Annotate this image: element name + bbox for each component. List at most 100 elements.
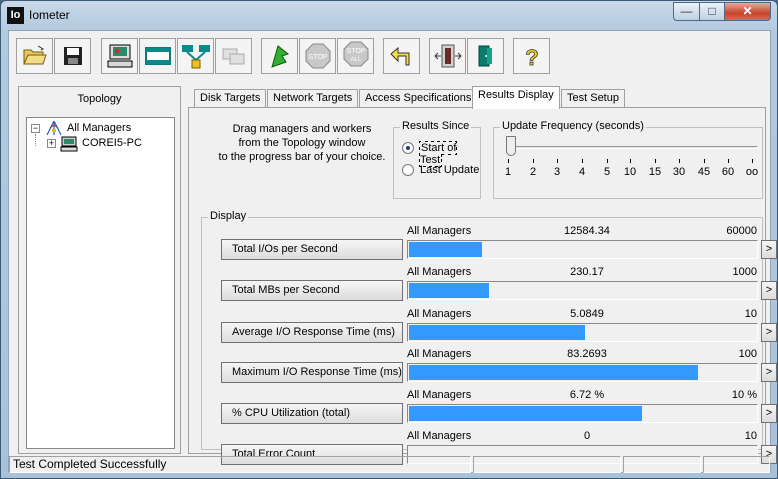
reset-arrow-icon	[389, 46, 409, 66]
tab-test-setup[interactable]: Test Setup	[561, 89, 625, 108]
metric-source-label: All Managers	[407, 266, 472, 278]
metric-max: 10	[744, 430, 757, 442]
all-managers-icon	[46, 120, 62, 136]
metric-max: 1000	[732, 266, 757, 278]
network-door-icon	[478, 45, 492, 67]
metric-select-button[interactable]: % CPU Utilization (total)	[221, 403, 403, 424]
drag-instructions: Drag managers and workers from the Topol…	[207, 122, 397, 164]
floppy-disk-icon	[63, 47, 82, 65]
instruction-line: Drag managers and workers	[232, 123, 372, 135]
stop-all-button[interactable]: STOP ALL	[337, 38, 374, 74]
update-frequency-track[interactable]	[508, 146, 758, 149]
update-frequency-legend: Update Frequency (seconds)	[500, 120, 646, 132]
metric-select-button[interactable]: Total MBs per Second	[221, 280, 403, 301]
start-of-test-text: Start of Test	[418, 141, 458, 167]
metric-progress-bar[interactable]	[407, 281, 758, 300]
metric-value: 0	[583, 430, 591, 442]
start-disk-worker-button[interactable]	[101, 38, 138, 74]
start-tests-button[interactable]	[261, 38, 298, 74]
start-of-test-radio[interactable]	[402, 142, 414, 154]
toolbar: STOP STOP ALL ?	[9, 31, 770, 79]
disconnect-icon	[222, 48, 244, 65]
status-text: Test Completed Successfully	[9, 456, 471, 473]
metric-source-label: All Managers	[407, 389, 472, 401]
metric-detail-button[interactable]: >	[761, 363, 777, 382]
metric-value: 5.0849	[570, 308, 604, 320]
results-since-legend: Results Since	[400, 120, 472, 132]
metric-progress-bar[interactable]	[407, 404, 758, 423]
duplicate-worker-icon	[181, 45, 210, 69]
metric-source-label: All Managers	[407, 430, 472, 442]
help-question-icon: ?	[524, 45, 538, 69]
minimize-button[interactable]: —	[673, 2, 700, 21]
results-display-panel: Drag managers and workers from the Topol…	[188, 107, 777, 465]
iometer-window: Io Iometer — □ ✕ STOP STOP ALL ? Topolog…	[0, 0, 778, 479]
reset-workers-button[interactable]	[383, 38, 420, 74]
metric-bar-fill	[409, 406, 642, 421]
metric-detail-button[interactable]: >	[761, 404, 777, 423]
start-of-test-label[interactable]: Start of Test	[418, 141, 480, 167]
tree-node-manager[interactable]: COREI5-PC	[82, 137, 142, 149]
open-config-button[interactable]	[16, 38, 53, 74]
update-frequency-group: Update Frequency (seconds) 1 2 3 4 5 10 15 30 45…	[493, 120, 763, 199]
metric-progress-bar[interactable]	[407, 323, 758, 342]
slider-tick	[655, 159, 656, 163]
metric-progress-bar[interactable]	[407, 363, 758, 382]
metric-bar-fill	[409, 242, 482, 257]
metric-source-label: All Managers	[407, 348, 472, 360]
tab-access-specifications[interactable]: Access Specifications	[359, 89, 478, 108]
collapse-toggle[interactable]: −	[31, 124, 40, 133]
metric-max: 100	[738, 348, 757, 360]
svg-text:ALL: ALL	[350, 57, 361, 63]
svg-text:STOP: STOP	[346, 48, 365, 55]
metric-bar-fill	[409, 283, 489, 298]
client-area: STOP STOP ALL ? Topology − All Managers …	[8, 30, 777, 473]
metric-value: 230.17	[570, 266, 604, 278]
metric-detail-button[interactable]: >	[761, 240, 777, 259]
tab-results-display[interactable]: Results Display	[472, 86, 560, 109]
help-button[interactable]: ?	[513, 38, 550, 74]
manager-computer-icon	[60, 136, 78, 152]
metric-select-button[interactable]: Average I/O Response Time (ms)	[221, 322, 403, 343]
stop-test-button[interactable]: STOP	[299, 38, 336, 74]
tab-network-targets[interactable]: Network Targets	[267, 89, 359, 108]
slider-tick	[630, 159, 631, 163]
slider-tick	[728, 159, 729, 163]
help-topics-button[interactable]	[467, 38, 504, 74]
metric-select-button[interactable]: Maximum I/O Response Time (ms)	[221, 362, 403, 383]
tree-line	[35, 134, 36, 146]
metric-max: 10 %	[731, 389, 757, 401]
status-pane-4	[703, 456, 770, 473]
metric-source-label: All Managers	[407, 225, 472, 237]
update-frequency-slider[interactable]	[506, 136, 516, 156]
tree-node-all-managers[interactable]: All Managers	[67, 122, 131, 134]
metric-detail-button[interactable]: >	[761, 323, 777, 342]
save-config-button[interactable]	[54, 38, 91, 74]
instruction-line: to the progress bar of your choice.	[218, 151, 386, 163]
metric-detail-button[interactable]: >	[761, 281, 777, 300]
disconnect-button[interactable]	[215, 38, 252, 74]
status-pane-2	[473, 456, 621, 473]
slider-tick	[752, 159, 753, 163]
app-icon[interactable]: Io	[7, 7, 24, 24]
expand-toggle[interactable]: +	[47, 139, 56, 148]
exit-button[interactable]	[429, 38, 466, 74]
tab-area: Disk Targets Network Targets Access Spec…	[188, 86, 777, 465]
duplicate-worker-button[interactable]	[177, 38, 214, 74]
computer-worker-icon	[107, 44, 132, 68]
status-bar: Test Completed Successfully	[9, 456, 770, 473]
metric-bar-fill	[409, 365, 698, 380]
instruction-line: from the Topology window	[238, 137, 366, 149]
green-flag-icon	[270, 45, 289, 68]
metric-progress-bar[interactable]	[407, 240, 758, 259]
close-button[interactable]: ✕	[724, 2, 771, 21]
stop-all-sign-icon: STOP ALL	[343, 41, 368, 67]
title-bar[interactable]: Io Iometer — □ ✕	[1, 1, 777, 29]
metric-select-button[interactable]: Total I/Os per Second	[221, 239, 403, 260]
start-network-worker-button[interactable]	[139, 38, 176, 74]
last-update-label[interactable]: Last Update	[420, 164, 479, 176]
maximize-button[interactable]: □	[699, 2, 725, 21]
tab-disk-targets[interactable]: Disk Targets	[194, 89, 267, 108]
topology-tree[interactable]: − All Managers + COREI5-PC	[26, 117, 175, 449]
last-update-radio[interactable]	[402, 164, 414, 176]
